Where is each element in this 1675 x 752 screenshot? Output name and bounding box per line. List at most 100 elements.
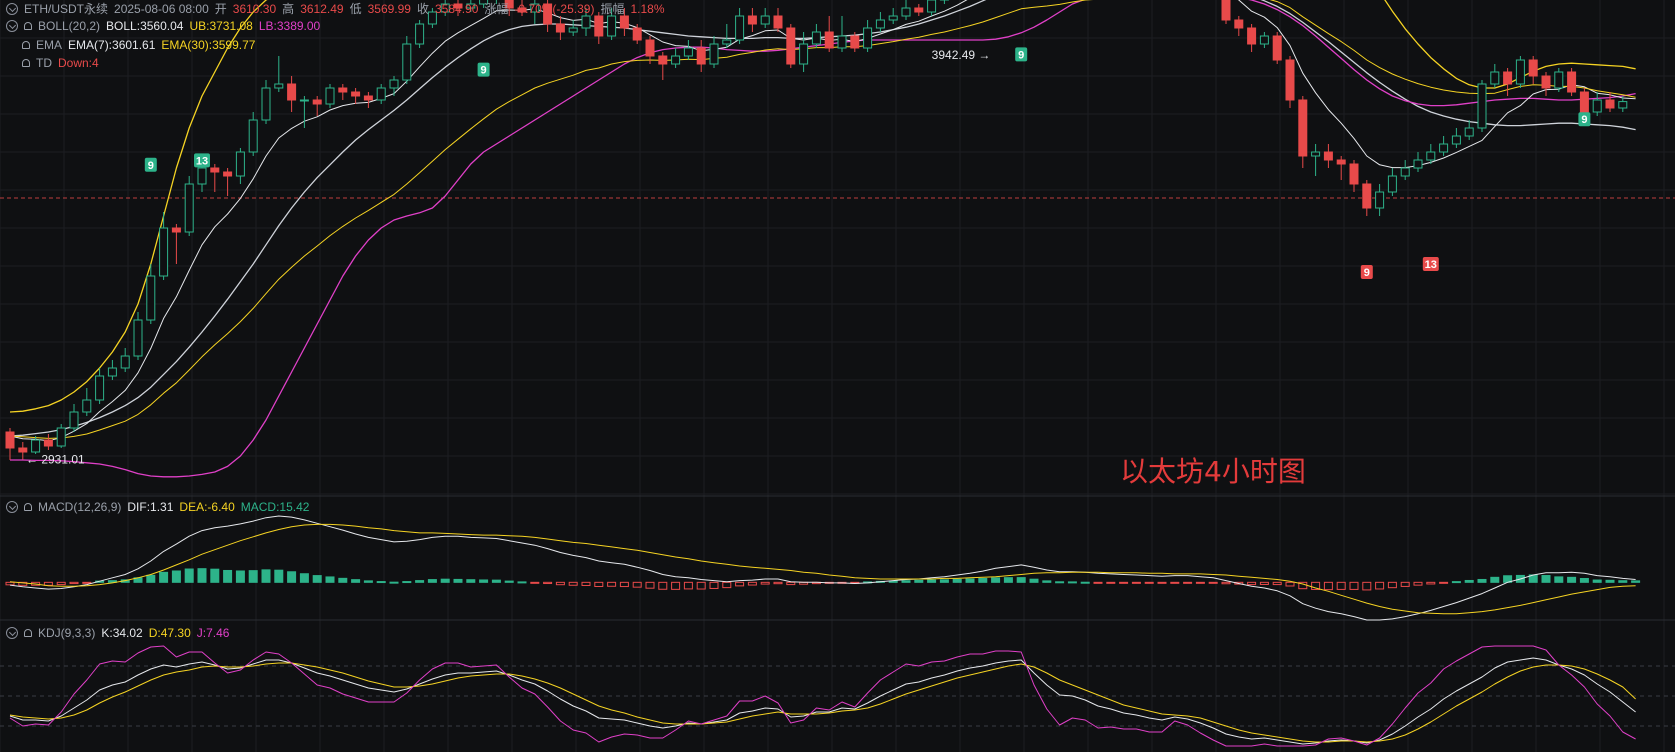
candle-body[interactable]: [735, 15, 745, 41]
candle-body[interactable]: [1541, 75, 1551, 89]
candle-body[interactable]: [1579, 91, 1589, 113]
candle-body[interactable]: [773, 15, 783, 29]
candle-body[interactable]: [1247, 27, 1257, 45]
candle-body[interactable]: [888, 15, 898, 21]
candle-body[interactable]: [1618, 101, 1628, 109]
symbol-name[interactable]: ETH/USDT永续: [24, 0, 108, 18]
candle-body[interactable]: [248, 119, 258, 153]
candle-body[interactable]: [824, 31, 834, 49]
candle-body[interactable]: [376, 87, 386, 101]
candle-body[interactable]: [18, 447, 28, 453]
candle-body[interactable]: [1592, 99, 1602, 113]
candle-body[interactable]: [31, 439, 41, 453]
candle-body[interactable]: [875, 19, 885, 29]
candle-body[interactable]: [1464, 127, 1474, 137]
candle-body[interactable]: [1387, 175, 1397, 193]
candle-body[interactable]: [1234, 19, 1244, 29]
candle-body[interactable]: [210, 167, 220, 173]
candle-body[interactable]: [1323, 151, 1333, 161]
candle-body[interactable]: [837, 35, 847, 49]
chart-canvas[interactable]: 9 13 9 9 9 13 9 3942.49 → ← 2931.01: [0, 0, 1675, 752]
collapse-chevron-icon[interactable]: [6, 3, 18, 15]
collapse-chevron-icon[interactable]: [6, 20, 18, 32]
candle-body[interactable]: [1515, 59, 1525, 85]
candle-body[interactable]: [1221, 0, 1231, 21]
candle-body[interactable]: [1375, 191, 1385, 209]
candlesticks[interactable]: [5, 0, 1628, 460]
candle-body[interactable]: [811, 31, 821, 45]
boll-indicator-name[interactable]: BOLL(20,2): [38, 17, 100, 35]
candle-body[interactable]: [709, 43, 719, 65]
candle-body[interactable]: [312, 99, 322, 105]
ema-indicator-name[interactable]: EMA: [36, 36, 62, 54]
candle-body[interactable]: [69, 411, 79, 429]
candle-body[interactable]: [261, 87, 271, 121]
candle-body[interactable]: [671, 55, 681, 65]
candle-body[interactable]: [1349, 163, 1359, 185]
candle-body[interactable]: [658, 55, 668, 65]
candle-body[interactable]: [146, 275, 156, 321]
candle-body[interactable]: [683, 47, 693, 57]
candle-body[interactable]: [1503, 71, 1513, 85]
candle-body[interactable]: [1490, 71, 1500, 85]
candle-body[interactable]: [171, 227, 181, 233]
candle-body[interactable]: [1336, 159, 1346, 165]
candle-body[interactable]: [696, 47, 706, 65]
candle-body[interactable]: [363, 95, 373, 101]
candle-body[interactable]: [287, 83, 297, 101]
candle-body[interactable]: [632, 27, 642, 41]
candle-body[interactable]: [747, 15, 757, 25]
candle-body[interactable]: [914, 7, 924, 13]
candle-body[interactable]: [863, 27, 873, 49]
collapse-chevron-icon[interactable]: [6, 627, 18, 639]
candle-body[interactable]: [786, 27, 796, 65]
candle-body[interactable]: [850, 35, 860, 49]
candle-body[interactable]: [555, 23, 565, 33]
candle-body[interactable]: [120, 355, 130, 369]
candle-body[interactable]: [1298, 99, 1308, 157]
candle-body[interactable]: [107, 367, 117, 377]
bell-icon[interactable]: [24, 22, 32, 30]
candle-body[interactable]: [1272, 35, 1282, 61]
candle-body[interactable]: [235, 151, 245, 177]
candle-body[interactable]: [722, 39, 732, 45]
candle-body[interactable]: [1439, 143, 1449, 153]
candle-body[interactable]: [56, 427, 66, 447]
candle-body[interactable]: [799, 43, 809, 65]
candle-body[interactable]: [1426, 151, 1436, 161]
candle-body[interactable]: [274, 83, 284, 89]
candle-body[interactable]: [645, 39, 655, 57]
kdj-indicator-name[interactable]: KDJ(9,3,3): [38, 624, 95, 642]
candle-body[interactable]: [1362, 183, 1372, 209]
candle-body[interactable]: [159, 227, 169, 277]
candle-body[interactable]: [594, 15, 604, 37]
candle-body[interactable]: [197, 167, 207, 185]
candle-body[interactable]: [760, 15, 770, 25]
macd-indicator-name[interactable]: MACD(12,26,9): [38, 498, 121, 516]
collapse-chevron-icon[interactable]: [6, 501, 18, 513]
candle-body[interactable]: [133, 319, 143, 357]
candle-body[interactable]: [338, 87, 348, 93]
candle-body[interactable]: [389, 79, 399, 89]
candle-body[interactable]: [223, 171, 233, 177]
candle-body[interactable]: [402, 43, 412, 81]
candle-body[interactable]: [1400, 167, 1410, 177]
candle-body[interactable]: [1285, 59, 1295, 101]
candle-body[interactable]: [607, 15, 617, 37]
candle-body[interactable]: [1567, 71, 1577, 93]
bell-icon[interactable]: [24, 503, 32, 511]
candle-body[interactable]: [1451, 135, 1461, 145]
candle-body[interactable]: [82, 399, 92, 413]
candle-body[interactable]: [43, 439, 53, 447]
candle-body[interactable]: [927, 0, 937, 13]
candle-body[interactable]: [1554, 71, 1564, 89]
candle-body[interactable]: [1413, 159, 1423, 169]
candle-body[interactable]: [325, 87, 335, 105]
bell-icon[interactable]: [22, 59, 30, 67]
candle-body[interactable]: [901, 7, 911, 17]
candle-body[interactable]: [1259, 35, 1269, 45]
candle-body[interactable]: [415, 23, 425, 45]
candle-body[interactable]: [1477, 83, 1487, 129]
candle-body[interactable]: [351, 91, 361, 97]
candle-body[interactable]: [5, 431, 15, 449]
